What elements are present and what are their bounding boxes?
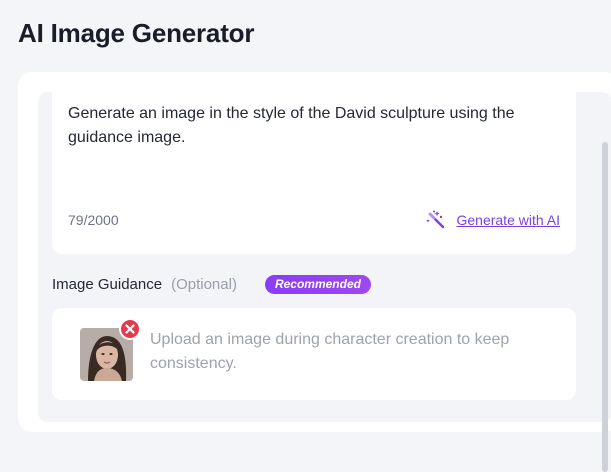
prompt-card[interactable]: Generate an image in the style of the Da… [52,92,576,254]
scrollbar[interactable] [602,142,608,472]
character-counter: 79/2000 [68,212,119,228]
image-guidance-title: Image Guidance [52,276,163,293]
magic-wand-icon [426,210,445,229]
remove-image-button[interactable] [119,318,141,340]
recommended-badge: Recommended [264,275,371,294]
generator-panel: Generate an image in the style of the Da… [18,72,611,472]
image-upload-area[interactable]: Upload an image during character creatio… [52,308,576,400]
generate-with-ai-label[interactable]: Generate with AI [456,212,560,228]
form-container: Generate an image in the style of the Da… [38,92,611,422]
optional-label: (Optional) [171,276,237,293]
upload-placeholder-text: Upload an image during character creatio… [150,331,510,372]
prompt-textarea[interactable]: Generate an image in the style of the Da… [68,102,568,150]
page-title: AI Image Generator [18,18,255,48]
image-guidance-header: Image Guidance (Optional) Recommended [52,275,371,294]
generate-with-ai-button[interactable]: Generate with AI [426,210,560,230]
close-icon [125,324,135,334]
